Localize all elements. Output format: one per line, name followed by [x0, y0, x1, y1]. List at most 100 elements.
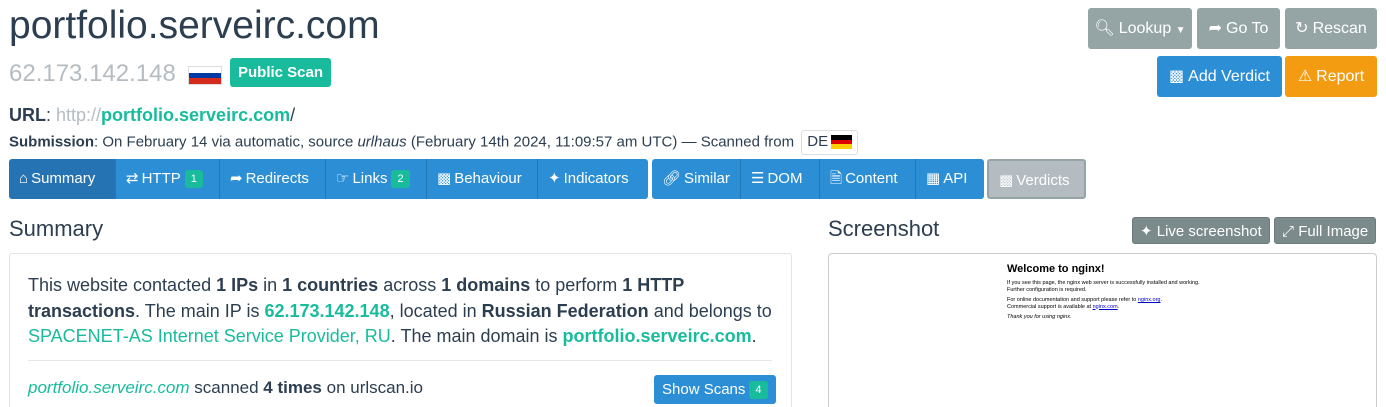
rescan-label: Rescan	[1312, 20, 1367, 37]
tab-behaviour[interactable]: ▩ Behaviour	[427, 159, 538, 199]
report-label: Report	[1316, 68, 1365, 85]
crosshairs-icon: ✦	[1140, 223, 1153, 240]
full-image-button[interactable]: ⤢ Full Image	[1274, 217, 1377, 244]
screenshot-text-part: .	[1117, 303, 1120, 310]
links-count-badge: 2	[391, 170, 410, 188]
show-scans-button[interactable]: Show Scans 4	[654, 375, 776, 404]
germany-flag-icon	[831, 135, 853, 149]
tab-content-label: Content	[845, 170, 898, 187]
summary-text-part: .	[751, 326, 757, 346]
summary-heading: Summary	[9, 216, 104, 241]
full-image-label: Full Image	[1298, 223, 1369, 240]
tab-links-label: Links	[352, 170, 388, 187]
share-arrow-icon: ➦	[230, 170, 243, 187]
screenshot-page-title: Welcome to nginx!	[1007, 263, 1105, 275]
main-tabs: ⌂ Summary ⇄ HTTP 1 ➦ Redirects ☞ Links 2 ▩ Beha…	[9, 159, 648, 199]
screenshot-link: nginx.com	[1092, 303, 1118, 310]
submission-source: urlhaus	[357, 133, 407, 151]
lookup-label: Lookup	[1118, 20, 1172, 37]
submission-text-before: : On February 14 via automatic, source	[94, 133, 358, 151]
list-icon: ☰	[751, 170, 765, 187]
tab-redirects-label: Redirects	[245, 170, 309, 187]
divider	[28, 360, 772, 361]
scanned-text: on urlscan.io	[321, 378, 424, 397]
url-domain-link[interactable]: portfolio.serveirc.com	[101, 105, 290, 125]
screenshot-heading: Screenshot	[828, 216, 940, 241]
screenshot-text-part: Commercial support is available at	[1007, 303, 1093, 310]
scan-country: DE	[801, 130, 859, 155]
search-icon: 🔍︎	[1094, 20, 1115, 37]
tab-verdicts[interactable]: ▩ Verdicts	[987, 159, 1086, 199]
screenshot-text: If you see this page, the nginx web serv…	[1007, 280, 1200, 293]
tab-api[interactable]: ▦ API	[916, 159, 984, 199]
screenshot-text-part: For online documentation and support ple…	[1007, 297, 1138, 303]
screenshot-content: Welcome to nginx! If you see this page, …	[1007, 262, 1207, 321]
tab-similar-label: Similar	[684, 170, 730, 187]
crosshairs-icon: ✦	[548, 170, 561, 187]
refresh-icon: ↻	[1295, 20, 1309, 37]
qrcode-icon: ▦	[926, 170, 941, 187]
goto-button[interactable]: ➦ Go To	[1197, 8, 1280, 49]
url-line: URL: http://portfolio.serveirc.com/	[9, 105, 296, 125]
caret-down-icon: ▼	[1175, 25, 1186, 36]
scanned-domain-link[interactable]: portfolio.serveirc.com	[28, 378, 190, 397]
ip-count: 1 IPs	[216, 275, 259, 295]
main-ip-link[interactable]: 62.173.142.148	[264, 301, 389, 321]
tab-http-label: HTTP	[141, 170, 181, 187]
public-scan-badge: Public Scan	[230, 58, 332, 87]
hand-pointer-icon: ☞	[336, 170, 350, 187]
tab-similar[interactable]: 🔗︎ Similar	[652, 159, 741, 199]
screenshot-link: nginx.org	[1137, 297, 1161, 303]
screenshot-text: Thank you for using nginx.	[1007, 314, 1072, 320]
submission-line: Submission: On February 14 via automatic…	[9, 130, 859, 155]
summary-text-part: , located in	[389, 300, 482, 321]
domain-count: 1 domains	[441, 275, 531, 295]
tab-behaviour-label: Behaviour	[454, 170, 522, 187]
tab-indicators-label: Indicators	[563, 170, 629, 187]
summary-text-part: in	[258, 275, 283, 295]
scan-count: 4 times	[263, 378, 322, 397]
tab-verdicts-label: Verdicts	[1016, 172, 1070, 189]
tab-redirects[interactable]: ➦ Redirects	[220, 159, 326, 199]
main-domain-link[interactable]: portfolio.serveirc.com	[563, 326, 752, 346]
exclamation-circle-icon: ⚠	[1297, 68, 1313, 85]
add-verdict-button[interactable]: ▩ Add Verdict	[1157, 56, 1282, 97]
ip-address: 62.173.142.148	[9, 60, 176, 87]
show-scans-label: Show Scans	[662, 381, 746, 398]
comment-icon: ▩	[1169, 68, 1185, 85]
country-count: 1 countries	[282, 275, 379, 295]
tab-summary[interactable]: ⌂ Summary	[9, 159, 116, 199]
tab-http[interactable]: ⇄ HTTP 1	[116, 159, 220, 199]
tab-indicators[interactable]: ✦ Indicators	[538, 159, 648, 199]
share-arrow-icon: ➦	[1208, 20, 1222, 37]
expand-icon: ⤢	[1282, 223, 1295, 240]
submission-label: Submission	[9, 133, 95, 151]
report-button[interactable]: ⚠ Report	[1285, 56, 1377, 97]
goto-label: Go To	[1226, 20, 1269, 37]
lookup-button[interactable]: 🔍︎ Lookup ▼	[1088, 8, 1192, 49]
tab-content[interactable]: 🗎︎ Content	[820, 159, 916, 199]
scan-history: portfolio.serveirc.com scanned 4 times o…	[28, 377, 423, 399]
comment-icon: ▩	[999, 172, 1014, 189]
screenshot-text: For online documentation and support ple…	[1007, 297, 1207, 310]
tab-dom[interactable]: ☰ DOM	[741, 159, 820, 199]
tab-summary-label: Summary	[31, 170, 96, 187]
tab-links[interactable]: ☞ Links 2	[326, 159, 427, 199]
submission-text-after: (February 14th 2024, 11:09:57 am UTC) — …	[406, 133, 799, 151]
screenshot-text-part: .	[1160, 297, 1163, 303]
location: Russian Federation	[481, 300, 649, 321]
url-path: /	[290, 105, 296, 125]
summary-text-part: . The main IP is	[135, 300, 265, 321]
rescan-button[interactable]: ↻ Rescan	[1285, 8, 1377, 49]
summary-text-part: . The main domain is	[390, 326, 563, 346]
screenshot-image[interactable]: Welcome to nginx! If you see this page, …	[828, 253, 1377, 407]
summary-text-part: This website contacted	[28, 275, 217, 295]
comment-icon: ▩	[437, 170, 452, 187]
summary-text-part: to perform	[530, 275, 623, 295]
live-screenshot-button[interactable]: ✦ Live screenshot	[1132, 217, 1270, 244]
scans-count-badge: 4	[749, 381, 768, 399]
secondary-tabs: 🔗︎ Similar ☰ DOM 🗎︎ Content ▦ API	[652, 159, 984, 199]
summary-text: This website contacted 1 IPs in 1 countr…	[28, 273, 788, 350]
russia-flag-icon	[188, 66, 222, 85]
asn-link[interactable]: SPACENET-AS Internet Service Provider, R…	[28, 326, 391, 346]
